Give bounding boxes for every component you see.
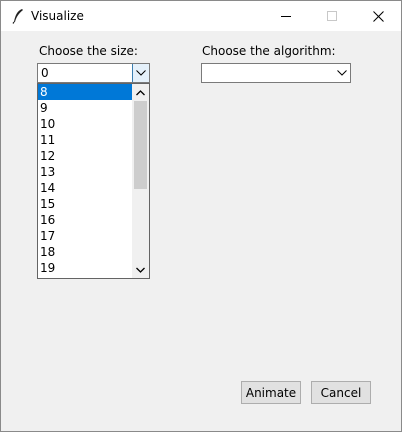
size-combobox-value: 0 [41, 66, 49, 80]
dropdown-scrollbar[interactable] [132, 84, 149, 278]
animate-button[interactable]: Animate [241, 381, 301, 404]
scroll-down-button[interactable] [132, 261, 149, 278]
size-option[interactable]: 8 [38, 84, 132, 100]
size-label: Choose the size: [39, 44, 138, 58]
size-option[interactable]: 14 [38, 180, 132, 196]
close-icon [372, 10, 384, 22]
cancel-button[interactable]: Cancel [311, 381, 371, 404]
visualize-window: Visualize Choose the size: Choose the al… [0, 0, 402, 432]
algorithm-dropdown-button[interactable] [333, 64, 350, 82]
size-combobox[interactable]: 0 [37, 63, 150, 83]
chevron-down-icon [336, 70, 347, 76]
size-option[interactable]: 19 [38, 260, 132, 276]
chevron-down-icon [136, 70, 146, 76]
size-option[interactable]: 18 [38, 244, 132, 260]
algorithm-combobox[interactable] [201, 63, 351, 83]
chevron-up-icon [136, 89, 145, 95]
scroll-up-button[interactable] [132, 84, 149, 101]
minimize-icon [281, 16, 291, 17]
size-option[interactable]: 17 [38, 228, 132, 244]
size-option[interactable]: 10 [38, 116, 132, 132]
maximize-button[interactable] [309, 1, 355, 31]
size-dropdown-button[interactable] [132, 64, 149, 82]
size-dropdown-list[interactable]: 8 9 10 11 12 13 14 15 16 17 18 19 [37, 83, 150, 279]
size-option[interactable]: 15 [38, 196, 132, 212]
minimize-button[interactable] [263, 1, 309, 31]
size-option[interactable]: 12 [38, 148, 132, 164]
size-option[interactable]: 13 [38, 164, 132, 180]
window-title: Visualize [31, 9, 84, 23]
title-bar[interactable]: Visualize [1, 1, 401, 31]
size-options: 8 9 10 11 12 13 14 15 16 17 18 19 [38, 84, 132, 276]
algorithm-label: Choose the algorithm: [202, 44, 336, 58]
size-option[interactable]: 11 [38, 132, 132, 148]
size-option[interactable]: 9 [38, 100, 132, 116]
size-option[interactable]: 16 [38, 212, 132, 228]
close-button[interactable] [355, 1, 401, 31]
feather-icon [12, 9, 23, 24]
chevron-down-icon [136, 267, 145, 273]
maximize-icon [327, 11, 337, 21]
scroll-thumb[interactable] [134, 101, 147, 189]
